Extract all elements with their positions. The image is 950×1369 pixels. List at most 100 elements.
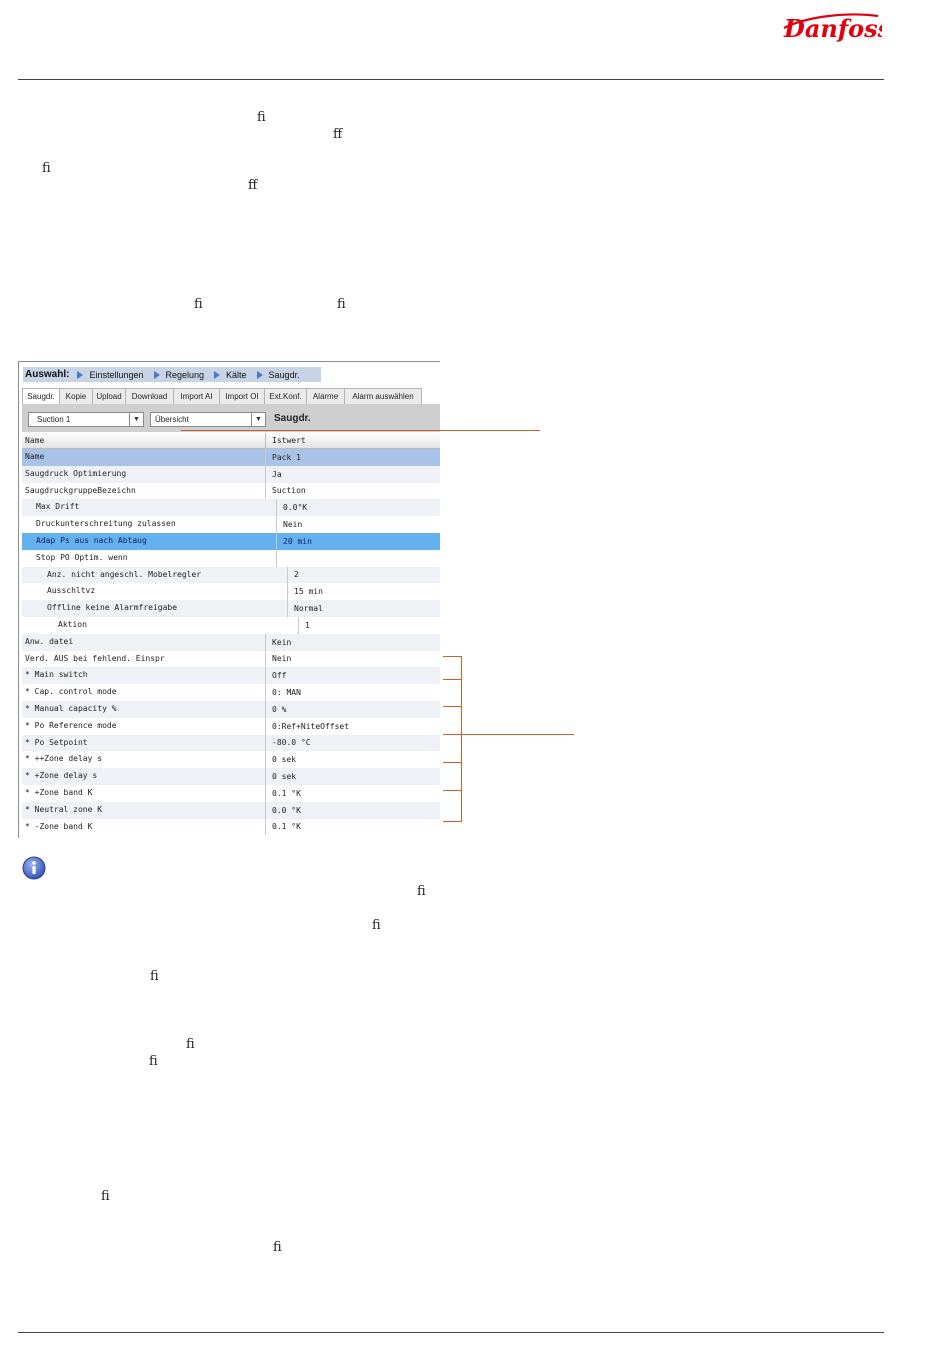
ligature-glyph: ﬁ [101,1189,110,1204]
row-value[interactable]: 0.1 °K [266,822,301,831]
row-value[interactable]: 0 % [266,705,286,714]
tab-kopie[interactable]: Kopie [60,388,93,405]
row-value[interactable]: Nein [277,520,302,529]
tab-upload[interactable]: Upload [93,388,126,405]
row-value[interactable]: 0.1 °K [266,789,301,798]
row-name: Ausschltvz [22,583,288,601]
row-value[interactable]: 0: MAN [266,688,301,697]
table-row[interactable]: Saugdruck Optimierung Ja [22,465,440,483]
table-row[interactable]: Adap Ps aus nach Abtaug 20 min [22,532,440,550]
table-row[interactable]: * Po Setpoint -80.0 °C [22,734,440,752]
tab-alarme[interactable]: Alarme [307,388,345,405]
table-row[interactable]: SaugdruckgruppeBezeichn Suction [22,482,440,500]
column-header-name[interactable]: Name [22,433,266,448]
row-value[interactable]: 1 [299,621,310,630]
suction-select-value: Suction 1 [37,415,71,424]
table-row[interactable]: * Main switch Off [22,667,440,685]
row-value[interactable]: Ja [266,470,282,479]
view-select-value: Übersicht [155,415,189,424]
ligature-glyph: ﬁ [149,1054,158,1069]
footer-rule [18,1332,884,1333]
ligature-glyph: ﬁ [42,161,51,176]
table-row[interactable]: * -Zone band K 0.1 °K [22,818,440,836]
row-value[interactable]: 0.0°K [277,503,307,512]
ligature-glyph: ﬁ [337,297,346,312]
tab-alarm-auswaehlen[interactable]: Alarm auswählen [345,388,422,405]
row-name: * -Zone band K [22,818,266,836]
row-value[interactable]: Kein [266,638,291,647]
table-row[interactable]: * Cap. control mode 0: MAN [22,684,440,701]
breadcrumb-step-saugdr[interactable]: Saugdr. [256,370,300,380]
breadcrumb-step-kaelte[interactable]: Kälte [214,370,247,380]
breadcrumb: Auswahl: Einstellungen Regelung Kälte Sa… [23,367,321,382]
row-value[interactable]: 0:Ref+NiteOffset [266,722,349,731]
tab-import-oi[interactable]: Import OI [220,388,265,405]
view-select[interactable]: Übersicht ▼ [150,412,266,427]
row-value[interactable]: -80.0 °C [266,738,311,747]
ligature-glyph: ﬁ [150,969,159,984]
table-row[interactable]: * Neutral zone K 0.0 °K [22,801,440,819]
row-value[interactable]: Nein [266,654,291,663]
logo-text: Danfoss [783,14,882,43]
row-value[interactable]: 15 min [288,587,323,596]
callout-tick [443,762,461,763]
toolbar: Suction 1 ▼ Übersicht ▼ Saugdr. [22,404,440,432]
row-name: Anz. nicht angeschl. Mobelregler [22,566,288,584]
row-value[interactable]: 0.0 °K [266,806,301,815]
breadcrumb-lead: Auswahl: [25,369,70,380]
breadcrumb-step-einstellungen[interactable]: Einstellungen [77,370,144,380]
row-value[interactable]: 20 min [277,537,312,546]
ligature-glyph: ﬁ [257,110,266,125]
row-name: * +Zone delay s [22,768,266,785]
row-name: * Po Reference mode [22,717,266,735]
callout-tick [443,821,461,822]
callout-line-toolbar [181,430,540,431]
arrow-right-icon [77,370,84,379]
table-row[interactable]: * +Zone band K 0.1 °K [22,784,440,802]
grid-rows: Name Pack 1 Saugdruck Optimierung Ja Saugdru… [22,449,440,836]
row-value[interactable]: 0 sek [266,772,296,781]
row-value[interactable]: Pack 1 [266,453,301,462]
table-row[interactable]: Anw. datei Kein [22,633,440,651]
table-row[interactable]: * Po Reference mode 0:Ref+NiteOffset [22,717,440,735]
table-row[interactable]: Offline keine Alarmfreigabe Normal [22,600,440,617]
arrow-right-icon [256,370,263,379]
row-value[interactable]: 2 [288,570,299,579]
ligature-glyph: ﬀ [248,178,258,193]
tab-ext-konf[interactable]: Ext.Konf. [265,388,307,405]
row-value[interactable]: 0 sek [266,755,296,764]
breadcrumb-step-regelung[interactable]: Regelung [153,370,204,380]
table-row[interactable]: Name Pack 1 [22,449,440,466]
column-header-value[interactable]: Istwert [266,436,306,445]
table-row[interactable]: * +Zone delay s0 sek [22,768,440,785]
tab-saugdr[interactable]: Saugdr. [22,388,60,405]
tab-download[interactable]: Download [126,388,174,405]
callout-tick [443,679,461,680]
suction-select[interactable]: Suction 1 ▼ [28,412,144,427]
tab-bar: Saugdr. Kopie Upload Download Import AI … [22,388,422,405]
row-name: Anw. datei [22,633,266,651]
table-row[interactable]: * ++Zone delay s0 sek [22,751,440,769]
table-row[interactable]: Stop PO Optim. wenn [22,549,440,567]
row-name: * Neutral zone K [22,801,266,819]
chevron-down-icon: ▼ [251,413,265,426]
table-row[interactable]: Max Drift 0.0°K [22,499,440,517]
row-value[interactable]: Normal [288,604,323,613]
danfoss-logo: Danfoss [783,13,882,43]
row-value[interactable]: Suction [266,486,306,495]
table-row[interactable]: Aktion 1 [22,616,440,634]
row-name: Aktion [22,616,299,634]
table-row[interactable]: Ausschltvz 15 min [22,583,440,601]
row-name: * +Zone band K [22,784,266,802]
table-row[interactable]: * Manual capacity % 0 % [22,700,440,718]
row-name: Adap Ps aus nach Abtaug [22,532,277,550]
chevron-down-icon: ▼ [129,413,143,426]
info-icon [22,856,46,880]
table-row[interactable]: Verd. AUS bei fehlend. Einspr Nein [22,650,440,668]
row-name: Name [22,449,266,466]
table-row[interactable]: Anz. nicht angeschl. Mobelregler 2 [22,566,440,584]
callout-tick [443,790,461,791]
row-value[interactable]: Off [266,671,286,680]
tab-import-ai[interactable]: Import AI [174,388,220,405]
table-row[interactable]: Druckunterschreitung zulassen Nein [22,516,440,533]
